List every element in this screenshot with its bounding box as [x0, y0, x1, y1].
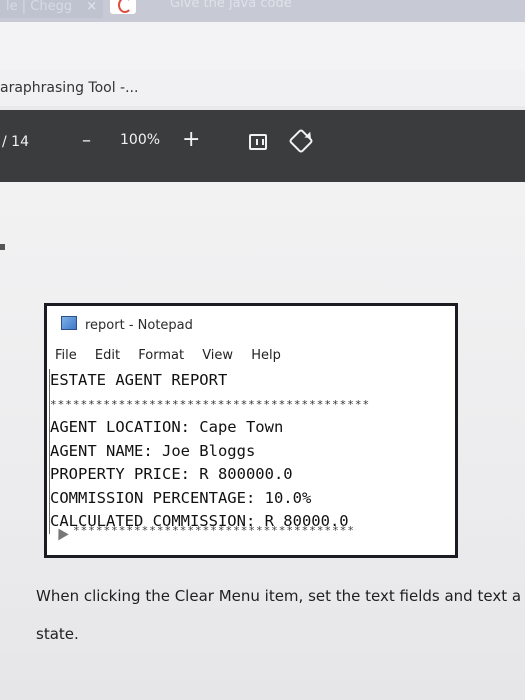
pdf-toolbar: / 14 – 100% +	[0, 110, 525, 182]
notepad-title: report - Notepad	[61, 316, 193, 333]
zoom-in-button[interactable]: +	[182, 127, 200, 152]
menu-edit: Edit	[94, 348, 121, 363]
report-bottom-separator: *************************************	[73, 524, 356, 537]
zoom-level: 100%	[120, 132, 161, 148]
browser-tab-active[interactable]	[110, 0, 136, 14]
browser-toolbar	[0, 22, 525, 71]
menu-file: File	[55, 348, 77, 363]
zoom-out-button[interactable]: –	[82, 130, 91, 151]
report-line-name: AGENT NAME: Joe Bloggs	[50, 441, 256, 460]
report-heading: ESTATE AGENT REPORT	[50, 371, 228, 389]
site-logo-icon	[118, 0, 132, 13]
menu-format: Format	[138, 348, 185, 363]
browser-tab-strip: le | Chegg × Give the java code	[0, 0, 525, 22]
page-marker	[0, 244, 5, 250]
pdf-page: report - Notepad File Edit Format View H…	[0, 182, 525, 700]
notepad-screenshot: report - Notepad File Edit Format View H…	[44, 303, 458, 558]
bookmark-paraphrasing-tool[interactable]: araphrasing Tool -...	[0, 80, 138, 96]
document-text-line: state.	[36, 625, 79, 643]
report-line-location: AGENT LOCATION: Cape Town	[50, 418, 284, 436]
notepad-icon	[61, 316, 77, 330]
notepad-text-area: ESTATE AGENT REPORT ********************…	[49, 369, 453, 534]
browser-tab-java[interactable]: Give the java code	[170, 0, 292, 11]
notepad-menu-bar: File Edit Format View Help	[55, 348, 295, 363]
tab-label: le | Chegg	[6, 0, 73, 14]
rotate-icon[interactable]	[288, 128, 314, 154]
report-separator: ****************************************…	[50, 397, 371, 411]
browser-tab-chegg[interactable]: le | Chegg ×	[0, 0, 104, 18]
document-text-line: When clicking the Clear Menu item, set t…	[36, 587, 522, 605]
menu-view: View	[202, 348, 234, 363]
fit-page-icon[interactable]	[249, 134, 267, 150]
bookmarks-bar: araphrasing Tool -...	[0, 70, 525, 106]
close-icon[interactable]: ×	[86, 0, 97, 14]
menu-help: Help	[251, 348, 281, 363]
page-count: / 14	[2, 134, 29, 150]
report-line-percentage: COMMISSION PERCENTAGE: 10.0%	[50, 488, 312, 507]
notepad-title-text: report - Notepad	[85, 318, 193, 333]
report-line-price: PROPERTY PRICE: R 800000.0	[50, 465, 293, 483]
